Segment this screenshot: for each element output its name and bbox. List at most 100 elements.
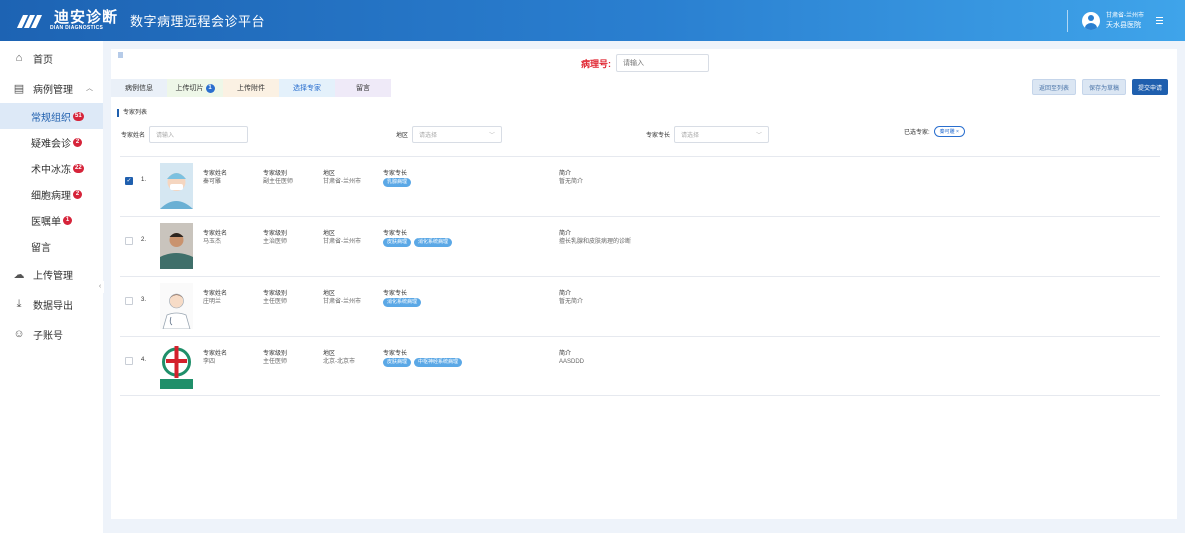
users-icon: ☺ [13, 328, 25, 340]
field-label: 专家姓名 [203, 231, 228, 237]
expert-level: 主治医师 [263, 239, 288, 245]
sidebar: ⌂ 首页 ▤ 病例管理 ︿ 常规组织 51 疑难会诊 2 术中冰冻 22 细胞病… [0, 41, 103, 533]
field-label: 专家专长 [383, 291, 408, 297]
expert-intro: AASDDD [559, 359, 585, 365]
field-label: 地区 [323, 171, 336, 177]
sidebar-item-case-management[interactable]: ▤ 病例管理 ︿ [0, 73, 103, 103]
region-select[interactable]: 请选择 ﹀ [412, 126, 503, 143]
expert-intro: 擅长乳腺和皮肤病理的诊断 [559, 239, 632, 245]
expert-photo [160, 223, 193, 269]
selected-expert-chip[interactable]: 秦可雕 × [933, 126, 965, 137]
expert-name: 李四 [203, 359, 216, 365]
region-select-value: 请选择 [419, 133, 438, 139]
specialty-tag: 中枢神经系统病理 [414, 358, 463, 367]
tab-select-expert[interactable]: 选择专家 [279, 79, 335, 97]
sidebar-item-label: 病例管理 [33, 84, 73, 96]
sidebar-subitem-orders[interactable]: 医嘱单 1 [0, 207, 103, 233]
expert-level: 主任医师 [263, 299, 288, 305]
bookmark-icon[interactable] [118, 52, 123, 58]
expert-row[interactable]: 4. 专家姓名 李四 专家级别 主任医师 地区 北京-北京市 专家专长 皮肤病理 中枢神经… [120, 336, 1160, 396]
sidebar-subitem-routine[interactable]: 常规组织 51 [0, 103, 103, 129]
sidebar-item-label: 子账号 [33, 330, 63, 342]
save-draft-button[interactable]: 保存为草稿 [1081, 79, 1126, 95]
sidebar-item-upload[interactable]: ☁ 上传管理 [0, 259, 103, 289]
specialty-tag: 乳腺病理 [383, 178, 412, 187]
pathology-number-input[interactable] [616, 54, 709, 72]
specialty-tag: 消化系统病理 [383, 298, 422, 307]
tab-upload-slides[interactable]: 上传切片 1 [167, 79, 223, 97]
tab-messages[interactable]: 留言 [335, 79, 391, 97]
sidebar-item-label: 首页 [33, 54, 53, 66]
section-title: 专家列表 [117, 109, 147, 117]
submit-button[interactable]: 提交申请 [1131, 79, 1168, 95]
expert-name: 马玉杰 [203, 239, 222, 245]
expert-photo [160, 343, 193, 389]
home-icon: ⌂ [15, 52, 23, 64]
user-avatar-icon[interactable] [1082, 11, 1100, 30]
sidebar-subitem-label: 细胞病理 [31, 190, 71, 202]
expert-row[interactable]: 2. 专家姓名 马玉杰 专家级别 主治医师 地区 甘肃省-兰州市 专家专长 皮肤病理 消化… [120, 216, 1160, 276]
expert-checkbox[interactable] [125, 357, 133, 365]
expert-checkbox[interactable] [125, 297, 133, 305]
expert-row[interactable]: 3. 专家姓名 庄明兰 专家级别 主任医师 地区 甘肃省-兰州市 专家专长 消化系统病理… [120, 276, 1160, 336]
sidebar-subitem-label: 留言 [31, 242, 51, 254]
expert-region: 北京-北京市 [323, 359, 355, 365]
sidebar-subitem-cytology[interactable]: 细胞病理 2 [0, 181, 103, 207]
expert-region: 甘肃省-兰州市 [323, 179, 361, 185]
specialty-tag: 皮肤病理 [383, 238, 412, 247]
sidebar-subitem-label: 术中冰冻 [31, 164, 71, 176]
expert-name-input[interactable]: 请输入 [149, 126, 249, 143]
count-badge: 51 [73, 111, 84, 121]
step-tabs: 病例信息 上传切片 1 上传附件 选择专家 留言 [111, 79, 391, 97]
field-label: 专家级别 [263, 291, 288, 297]
sidebar-subitem-difficult[interactable]: 疑难会诊 2 [0, 129, 103, 155]
sidebar-item-export[interactable]: ⤓ 数据导出 [0, 289, 103, 319]
count-badge: 1 [205, 83, 215, 93]
expert-name: 庄明兰 [203, 299, 222, 305]
sidebar-item-home[interactable]: ⌂ 首页 [0, 43, 103, 73]
sidebar-subitem-messages[interactable]: 留言 [0, 233, 103, 259]
tab-upload-attachments[interactable]: 上传附件 [223, 79, 279, 97]
sidebar-subitem-frozen[interactable]: 术中冰冻 22 [0, 155, 103, 181]
count-badge: 2 [73, 189, 82, 199]
filter-region-label: 地区 [396, 133, 409, 139]
row-index: 3. [141, 297, 147, 303]
pathology-number: 病理号: [581, 54, 709, 72]
brand-logo[interactable]: 迪安诊断 DIAN DIAGNOSTICS [16, 10, 118, 31]
row-index: 4. [141, 357, 147, 363]
sidebar-item-subaccounts[interactable]: ☺ 子账号 [0, 319, 103, 349]
top-header: 迪安诊断 DIAN DIAGNOSTICS 数字病理远程会诊平台 甘肃省-兰州市… [0, 0, 1185, 41]
expert-level: 副主任医师 [263, 179, 294, 185]
filter-name-label: 专家姓名 [121, 133, 146, 139]
expert-checkbox[interactable] [125, 237, 133, 245]
specialty-select[interactable]: 请选择 ﹀ [674, 126, 770, 143]
tab-case-info[interactable]: 病例信息 [111, 79, 167, 97]
filter-bar: 专家姓名 请输入 地区 请选择 ﹀ 专家专长 请选择 ﹀ 已选专家: 秦可雕 × [111, 125, 1177, 145]
field-label: 专家专长 [383, 231, 408, 237]
menu-icon[interactable] [1156, 15, 1163, 26]
expert-region: 甘肃省-兰州市 [323, 239, 361, 245]
expert-row[interactable]: ✓ 1. 专家姓名 秦可雕 专家级别 副主任医师 地区 甘肃省-兰州市 专家专长 乳腺病… [120, 156, 1160, 216]
field-label: 专家姓名 [203, 351, 228, 357]
back-to-list-button[interactable]: 返回至列表 [1031, 79, 1076, 95]
field-label: 地区 [323, 291, 336, 297]
chevron-down-icon: ﹀ [756, 133, 763, 139]
platform-title: 数字病理远程会诊平台 [130, 14, 266, 29]
expert-region: 甘肃省-兰州市 [323, 299, 361, 305]
tab-label: 选择专家 [293, 85, 321, 92]
tab-label: 病例信息 [125, 85, 153, 92]
sidebar-subitem-label: 医嘱单 [31, 216, 61, 228]
count-badge: 22 [73, 163, 84, 173]
sidebar-collapse-button[interactable]: ‹ [96, 281, 104, 293]
expert-checkbox[interactable]: ✓ [125, 177, 133, 185]
header-divider [1067, 9, 1068, 32]
sidebar-item-label: 上传管理 [33, 270, 73, 282]
expert-intro: 暂无简介 [559, 299, 584, 305]
logo-mark-icon [16, 13, 46, 29]
field-label: 专家专长 [383, 351, 408, 357]
field-label: 专家级别 [263, 171, 288, 177]
user-info[interactable]: 甘肃省-兰州市 天水县医院 [1106, 12, 1144, 30]
selected-experts-label: 已选专家: [904, 130, 930, 136]
upload-cloud-icon: ☁ [13, 268, 25, 281]
field-label: 简介 [559, 351, 572, 357]
